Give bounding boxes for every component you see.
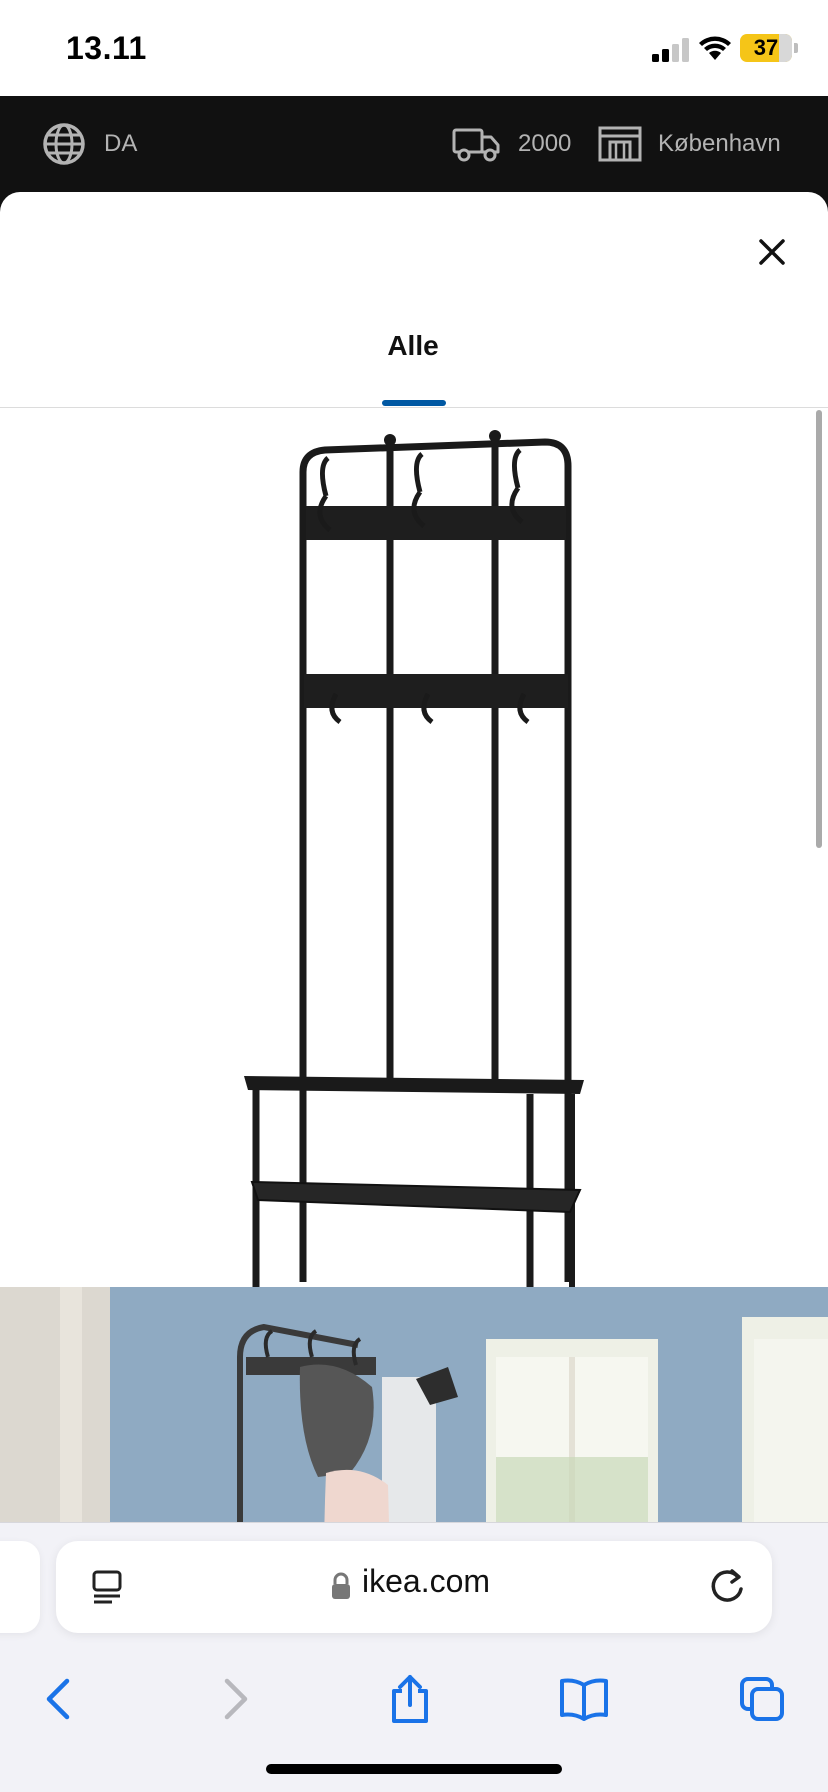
bookmarks-button[interactable] bbox=[556, 1671, 612, 1727]
home-indicator[interactable] bbox=[266, 1764, 562, 1774]
active-tab-indicator bbox=[382, 400, 446, 406]
tabs-button[interactable] bbox=[734, 1671, 790, 1727]
bookmarks-icon bbox=[560, 1678, 608, 1721]
share-icon bbox=[392, 1675, 428, 1723]
postal-code: 2000 bbox=[518, 130, 572, 157]
truck-icon bbox=[452, 128, 500, 162]
address-bar[interactable]: ikea.com bbox=[56, 1541, 772, 1633]
battery-tip bbox=[794, 43, 798, 53]
close-icon bbox=[759, 239, 785, 265]
store-icon bbox=[598, 126, 642, 162]
previous-tab-preview[interactable] bbox=[0, 1541, 40, 1633]
store-selector[interactable]: København bbox=[598, 96, 781, 192]
gallery-tabs: Alle bbox=[0, 312, 828, 408]
status-time: 13.11 bbox=[66, 30, 147, 66]
wifi-icon bbox=[699, 36, 731, 60]
tab-alle[interactable]: Alle bbox=[370, 312, 456, 408]
tab-label: Alle bbox=[387, 330, 439, 361]
store-name: København bbox=[658, 130, 781, 157]
close-button[interactable] bbox=[748, 228, 796, 276]
globe-icon bbox=[43, 123, 85, 165]
delivery-postcode[interactable]: 2000 bbox=[452, 96, 571, 192]
reload-icon[interactable] bbox=[708, 1567, 746, 1607]
browser-toolbar: ikea.com bbox=[0, 1522, 828, 1792]
battery-indicator: 37 bbox=[740, 34, 792, 62]
status-bar: 13.11 37 bbox=[0, 0, 828, 96]
cellular-signal-icon bbox=[652, 38, 689, 62]
lock-icon bbox=[332, 1572, 350, 1599]
language-label: DA bbox=[104, 130, 138, 157]
forward-button[interactable] bbox=[208, 1671, 264, 1727]
reader-icon[interactable] bbox=[90, 1569, 126, 1605]
forward-icon bbox=[224, 1678, 248, 1720]
ikea-header: DA 2000 København bbox=[0, 96, 828, 192]
back-icon bbox=[46, 1678, 70, 1720]
battery-level: 37 bbox=[753, 35, 779, 60]
back-button[interactable] bbox=[30, 1671, 86, 1727]
language-selector[interactable]: DA bbox=[42, 96, 137, 192]
tabs-icon bbox=[740, 1677, 784, 1721]
battery-empty-area bbox=[779, 34, 792, 62]
url-text[interactable]: ikea.com bbox=[362, 1563, 490, 1600]
product-image[interactable] bbox=[200, 412, 620, 1432]
scrollbar[interactable] bbox=[816, 410, 822, 848]
share-button[interactable] bbox=[382, 1671, 438, 1727]
